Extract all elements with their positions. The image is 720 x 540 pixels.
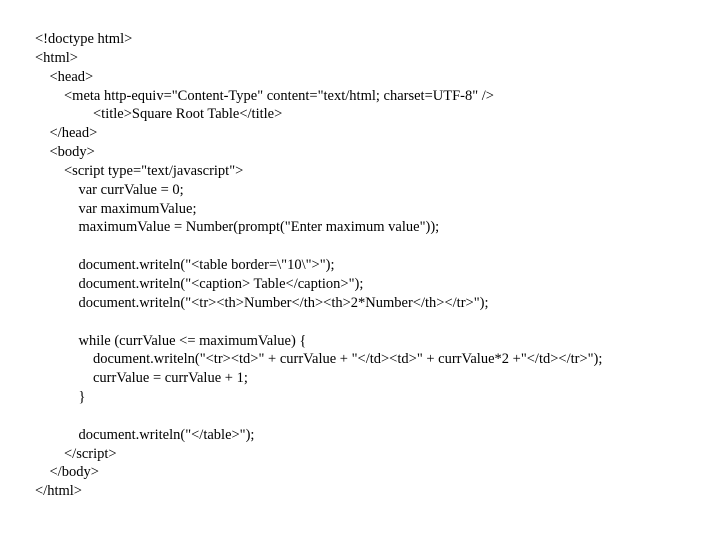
code-block: <!doctype html> <html> <head> <meta http… xyxy=(35,30,685,501)
